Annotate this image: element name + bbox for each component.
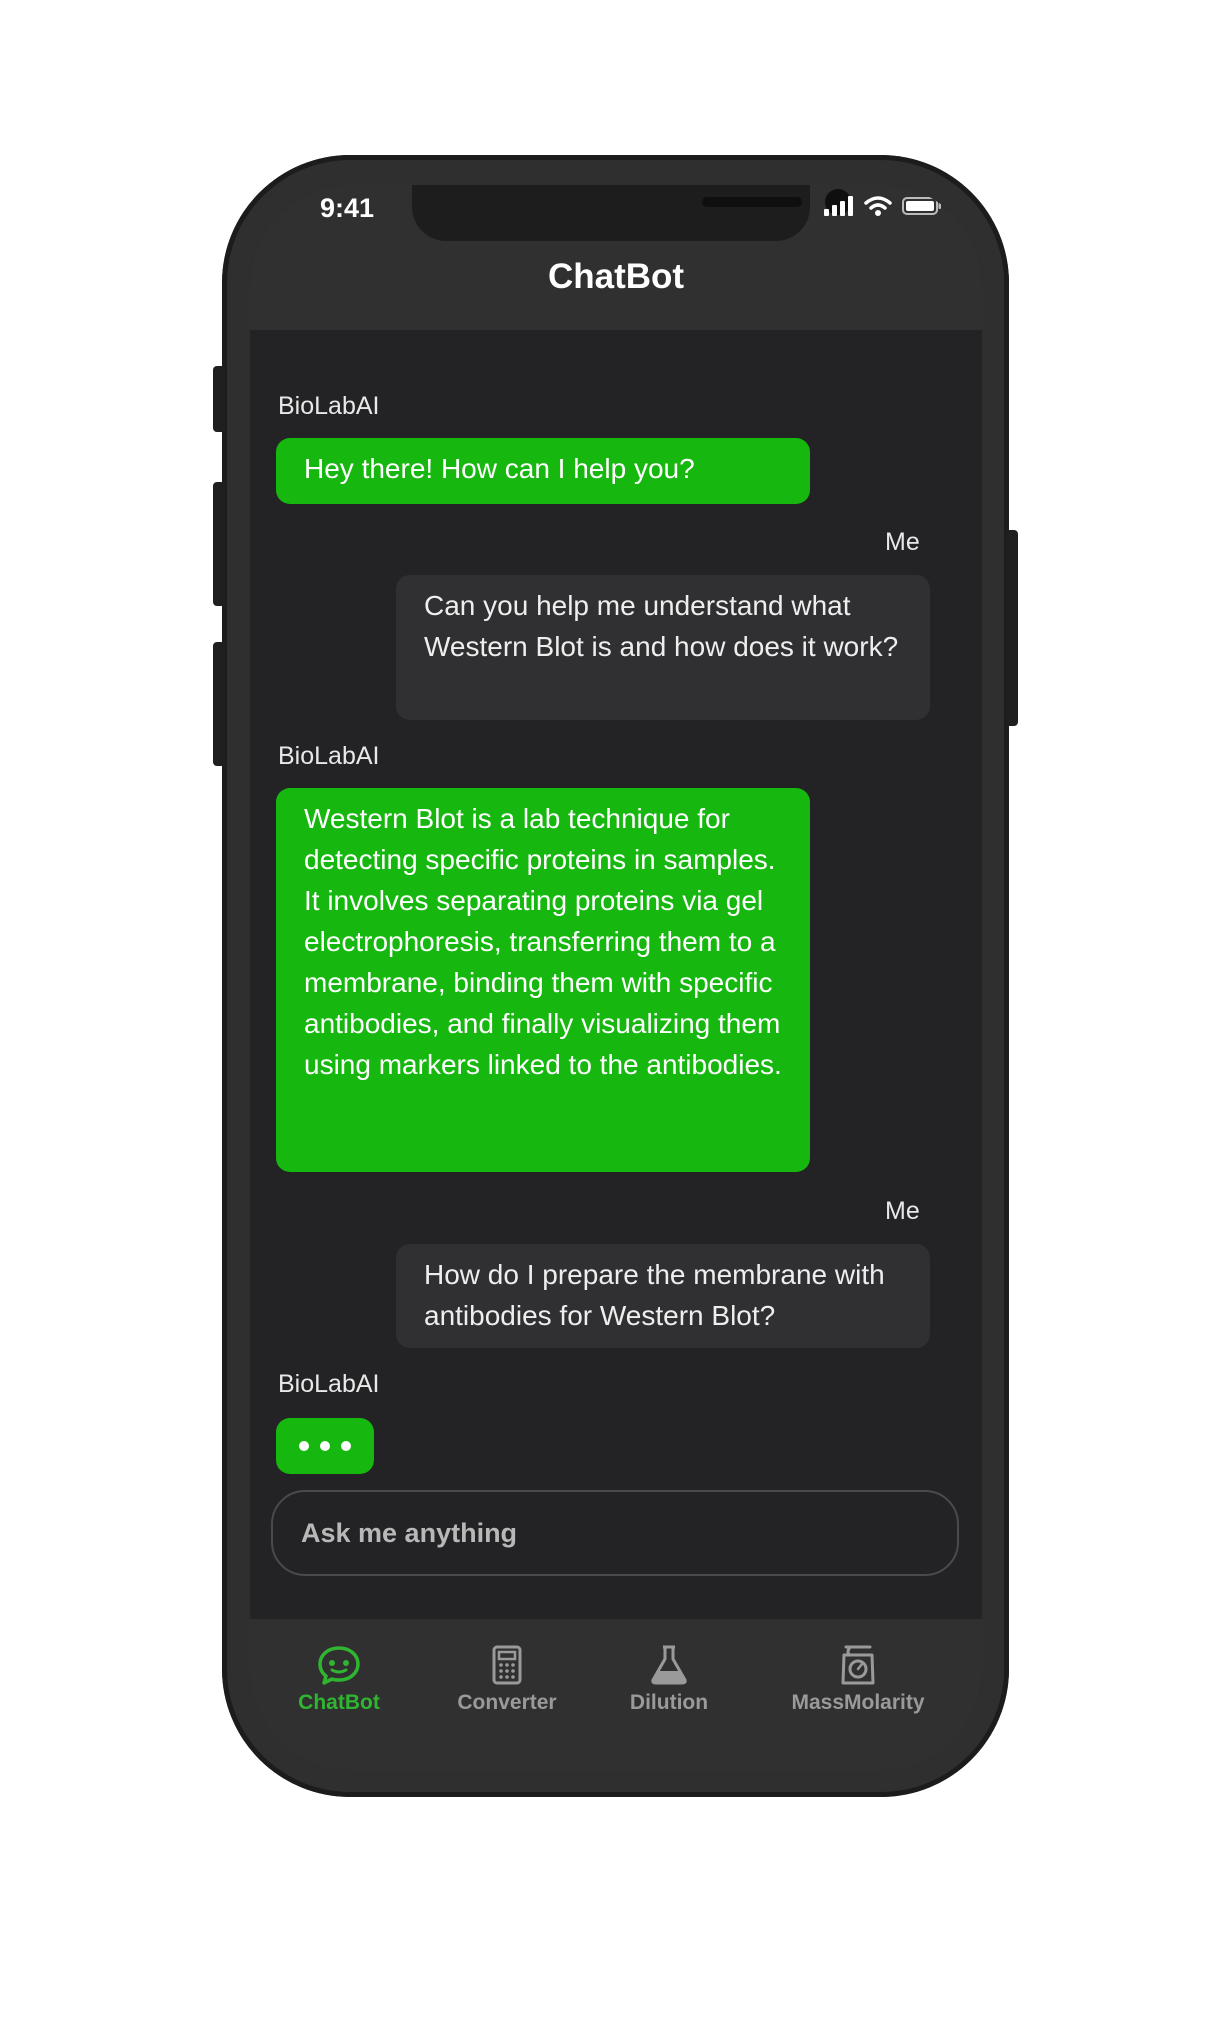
- status-time: 9:41: [320, 193, 375, 223]
- page-title: ChatBot: [547, 257, 685, 296]
- app-header: 9:41 ChatBot: [250, 185, 982, 330]
- wifi-icon: [864, 196, 892, 216]
- bot-message: Western Blot is a lab technique for dete…: [276, 788, 810, 1172]
- sender-label: BioLabAI: [278, 1370, 380, 1398]
- flask-icon: [651, 1645, 687, 1685]
- typing-dot: [320, 1441, 330, 1451]
- tab-label: MassMolarity: [791, 1691, 925, 1714]
- tab-label: Converter: [457, 1691, 557, 1714]
- power-button: [1006, 530, 1018, 726]
- typing-dot: [341, 1441, 351, 1451]
- sender-label: BioLabAI: [278, 742, 380, 770]
- sender-label: Me: [885, 528, 920, 556]
- bot-message: Hey there! How can I help you?: [276, 438, 810, 504]
- tab-label: Dilution: [629, 1691, 709, 1714]
- volume-up-button: [213, 482, 225, 606]
- bottom-tab-bar: ChatBot Converter Dilution MassMolarity: [250, 1619, 982, 1771]
- tab-converter[interactable]: Converter: [442, 1645, 572, 1715]
- chat-thread: BioLabAI Hey there! How can I help you? …: [250, 330, 982, 1474]
- message-input[interactable]: [271, 1490, 959, 1576]
- tab-chatbot[interactable]: ChatBot: [280, 1645, 398, 1715]
- mute-switch: [213, 366, 225, 432]
- user-message: How do I prepare the membrane with antib…: [396, 1244, 930, 1348]
- user-message: Can you help me understand what Western …: [396, 575, 930, 720]
- tab-label: ChatBot: [298, 1691, 380, 1714]
- sender-label: Me: [885, 1197, 920, 1225]
- notch: [412, 185, 851, 241]
- battery-icon: [902, 197, 941, 215]
- chat-bubble-icon: [318, 1646, 360, 1685]
- typing-dot: [299, 1441, 309, 1451]
- volume-down-button: [213, 642, 225, 766]
- tab-massmolarity[interactable]: MassMolarity: [778, 1645, 938, 1715]
- signal-icon: [824, 196, 853, 216]
- app-screen: 9:41 ChatBot BioLabAI Hey there! How can…: [250, 185, 982, 1771]
- tab-dilution[interactable]: Dilution: [614, 1645, 724, 1715]
- status-icons: [824, 195, 942, 217]
- calculator-icon: [492, 1645, 522, 1685]
- typing-indicator: [276, 1418, 374, 1474]
- speaker: [702, 197, 802, 207]
- scale-icon: [841, 1645, 875, 1685]
- sender-label: BioLabAI: [278, 392, 380, 420]
